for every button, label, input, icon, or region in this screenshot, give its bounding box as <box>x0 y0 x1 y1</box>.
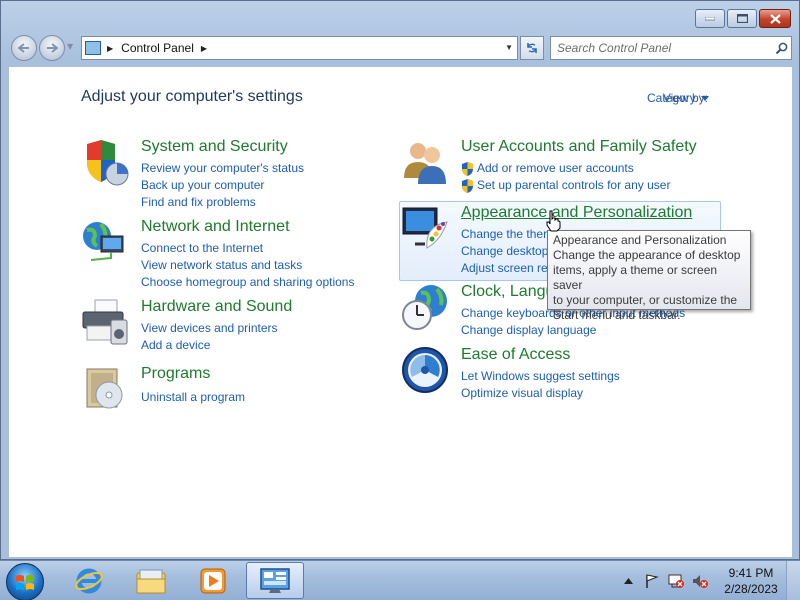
system-clock[interactable]: 9:41 PM 2/28/2023 <box>716 565 786 597</box>
category-title[interactable]: Appearance and Personalization <box>461 204 692 222</box>
monitor-palette-icon[interactable] <box>401 204 449 252</box>
link-text[interactable]: Add or remove user accounts <box>477 161 634 175</box>
tooltip-line: items, apply a theme or screen saver <box>553 263 718 292</box>
link-back-up[interactable]: Back up your computer <box>141 177 304 194</box>
control-panel-icon <box>85 41 101 55</box>
taskbar-control-panel[interactable] <box>246 562 304 599</box>
link-devices-printers[interactable]: View devices and printers <box>141 320 278 337</box>
tooltip-line: Change the appearance of desktop <box>553 248 741 262</box>
taskbar-windows-explorer[interactable] <box>122 562 180 599</box>
search-icon[interactable] <box>771 42 791 55</box>
printer-speaker-icon[interactable] <box>81 298 129 346</box>
tooltip: Appearance and Personalization Change th… <box>547 230 751 322</box>
forward-button[interactable] <box>39 35 65 61</box>
link-add-remove-accounts[interactable]: Add or remove user accounts <box>461 160 670 177</box>
maximize-button[interactable] <box>727 9 757 28</box>
notification-area: 9:41 PM 2/28/2023 <box>620 561 800 600</box>
link-uninstall[interactable]: Uninstall a program <box>141 389 245 406</box>
taskbar-media-player[interactable] <box>184 562 242 599</box>
uac-shield-icon <box>462 162 473 176</box>
view-by-dropdown[interactable]: Category <box>647 91 709 105</box>
view-by-value[interactable]: Category <box>647 91 696 105</box>
link-adjust-resolution[interactable]: Adjust screen re <box>461 260 548 277</box>
link-find-fix[interactable]: Find and fix problems <box>141 194 304 211</box>
link-text[interactable]: Set up parental controls for any user <box>477 178 670 192</box>
clock-globe-icon[interactable] <box>401 283 449 331</box>
refresh-icon <box>527 43 537 53</box>
windows-logo-icon <box>16 575 34 590</box>
action-center-flag-icon[interactable] <box>644 573 660 589</box>
start-button[interactable] <box>6 563 44 600</box>
category-title[interactable]: Hardware and Sound <box>141 298 292 316</box>
link-connect-internet[interactable]: Connect to the Internet <box>141 240 354 257</box>
search-input[interactable] <box>551 38 771 58</box>
users-icon[interactable] <box>401 138 449 186</box>
uac-shield-icon <box>462 179 473 193</box>
breadcrumb-chevron-icon[interactable]: ▶ <box>201 44 207 53</box>
category-title[interactable]: Programs <box>141 365 210 383</box>
address-dropdown-icon[interactable]: ▼ <box>505 43 513 52</box>
link-review-status[interactable]: Review your computer's status <box>141 160 304 177</box>
category-title[interactable]: Clock, Langu <box>461 283 554 301</box>
link-change-theme[interactable]: Change the ther <box>461 226 548 243</box>
link-parental-controls[interactable]: Set up parental controls for any user <box>461 177 670 194</box>
hand-cursor-icon <box>546 210 561 232</box>
breadcrumb-chevron-icon[interactable]: ▶ <box>107 44 113 53</box>
clock-time: 9:41 PM <box>728 566 774 580</box>
link-add-device[interactable]: Add a device <box>141 337 278 354</box>
tooltip-line: to your computer, or customize the <box>553 293 738 307</box>
breadcrumb-control-panel[interactable]: Control Panel <box>121 41 194 55</box>
search-box <box>550 36 792 60</box>
volume-muted-icon[interactable] <box>692 573 708 589</box>
category-title[interactable]: User Accounts and Family Safety <box>461 138 697 156</box>
caption-buttons <box>695 9 791 28</box>
close-button[interactable] <box>759 9 791 28</box>
tooltip-line: Start menu and taskbar. <box>553 308 681 322</box>
control-panel-window: ▼ ▶ Control Panel ▶ ▼ Adjust your comput… <box>0 0 800 560</box>
taskbar: 9:41 PM 2/28/2023 <box>0 560 800 600</box>
link-homegroup[interactable]: Choose homegroup and sharing options <box>141 274 354 291</box>
link-network-status[interactable]: View network status and tasks <box>141 257 354 274</box>
page-title: Adjust your computer's settings <box>81 88 303 105</box>
link-windows-suggest[interactable]: Let Windows suggest settings <box>461 368 620 385</box>
windows-explorer-icon <box>136 569 166 593</box>
control-panel-icon <box>260 567 290 593</box>
refresh-button[interactable] <box>520 36 544 60</box>
network-status-icon[interactable] <box>668 573 684 589</box>
show-desktop-button[interactable] <box>786 561 800 600</box>
programs-disc-icon[interactable] <box>81 365 129 413</box>
ease-of-access-icon[interactable] <box>401 346 449 394</box>
show-hidden-icons-icon[interactable] <box>620 573 636 589</box>
category-title[interactable]: Ease of Access <box>461 346 570 364</box>
link-optimize-visual[interactable]: Optimize visual display <box>461 385 620 402</box>
address-bar[interactable]: ▶ Control Panel ▶ ▼ <box>81 36 518 60</box>
tooltip-line: Appearance and Personalization <box>553 233 727 247</box>
link-display-language[interactable]: Change display language <box>461 322 685 339</box>
media-player-icon <box>200 568 226 593</box>
category-title[interactable]: Network and Internet <box>141 218 290 236</box>
minimize-button[interactable] <box>695 9 725 28</box>
internet-explorer-icon <box>75 568 103 593</box>
category-title[interactable]: System and Security <box>141 138 288 156</box>
navigation-bar: ▼ ▶ Control Panel ▶ ▼ <box>1 31 800 65</box>
clock-date: 2/28/2023 <box>724 582 778 596</box>
taskbar-internet-explorer[interactable] <box>60 562 118 599</box>
link-change-desktop[interactable]: Change desktop <box>461 243 548 260</box>
recent-pages-dropdown-icon[interactable]: ▼ <box>67 42 73 51</box>
back-button[interactable] <box>11 35 37 61</box>
shield-pie-icon[interactable] <box>81 138 129 186</box>
chevron-down-icon[interactable] <box>700 95 709 101</box>
network-globe-icon[interactable] <box>81 218 129 266</box>
